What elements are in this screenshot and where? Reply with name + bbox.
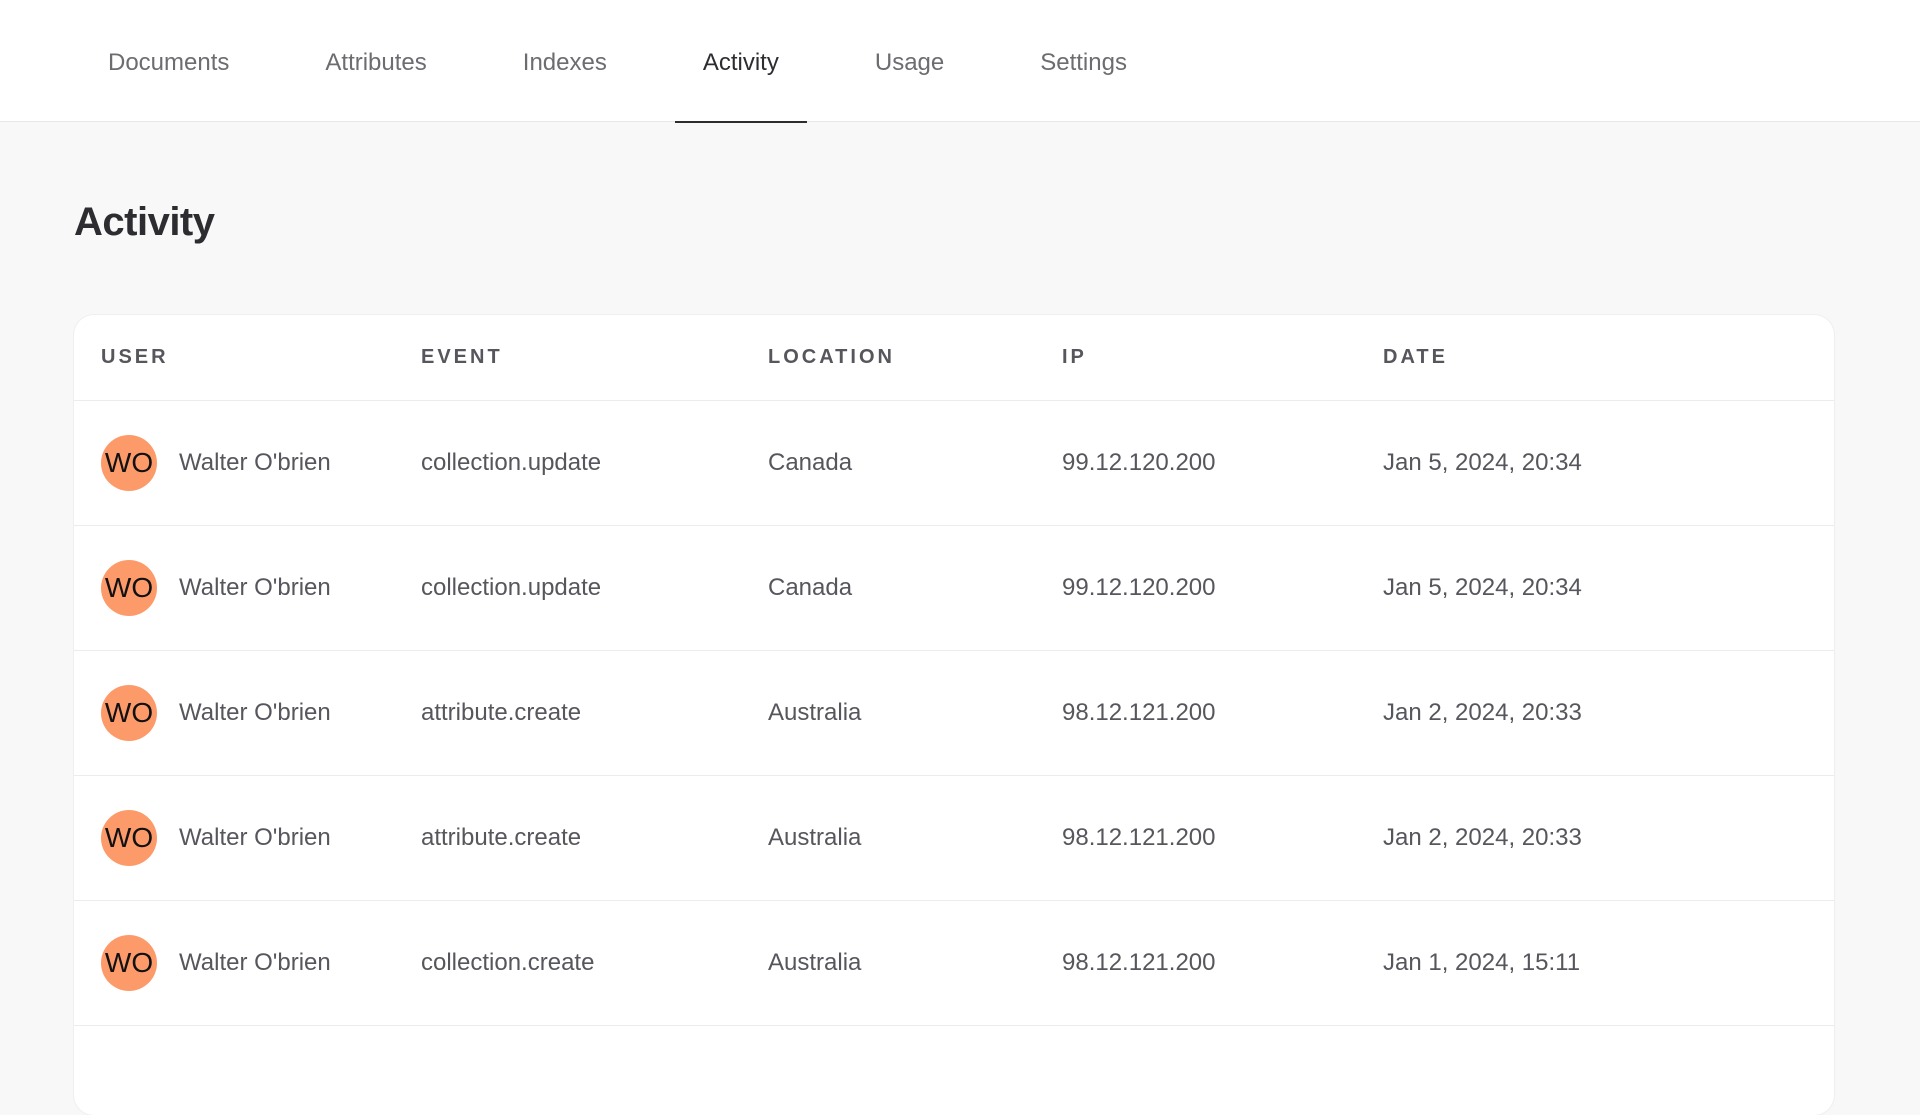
event-cell: collection.update <box>421 574 602 601</box>
user-cell: WO Walter O'brien <box>74 560 421 616</box>
date-cell: Jan 2, 2024, 20:33 <box>1383 824 1582 851</box>
tab-activity[interactable]: Activity <box>674 0 807 123</box>
location-cell: Australia <box>768 699 862 726</box>
user-name: Walter O'brien <box>179 699 331 726</box>
avatar: WO <box>101 935 157 991</box>
location-cell: Canada <box>768 574 853 601</box>
column-header-location: LOCATION <box>768 346 895 368</box>
location-cell: Australia <box>768 824 862 851</box>
avatar: WO <box>101 560 157 616</box>
table-row[interactable]: WO Walter O'brien attribute.create Austr… <box>74 776 1834 901</box>
column-header-date: DATE <box>1383 346 1448 368</box>
event-cell: collection.create <box>421 949 595 976</box>
avatar: WO <box>101 810 157 866</box>
tab-settings[interactable]: Settings <box>1012 0 1155 122</box>
column-header-user: USER <box>101 346 169 368</box>
avatar: WO <box>101 435 157 491</box>
location-cell: Canada <box>768 449 853 476</box>
user-name: Walter O'brien <box>179 449 331 476</box>
table-row[interactable]: WO Walter O'brien collection.create Aust… <box>74 901 1834 1026</box>
tab-documents[interactable]: Documents <box>80 0 257 122</box>
location-cell: Australia <box>768 949 862 976</box>
event-cell: attribute.create <box>421 824 582 851</box>
user-name: Walter O'brien <box>179 949 331 976</box>
date-cell: Jan 2, 2024, 20:33 <box>1383 699 1582 726</box>
avatar: WO <box>101 685 157 741</box>
event-cell: collection.update <box>421 449 602 476</box>
column-header-event: EVENT <box>421 346 503 368</box>
user-name: Walter O'brien <box>179 574 331 601</box>
ip-cell: 99.12.120.200 <box>1062 574 1216 601</box>
column-header-ip: IP <box>1062 346 1087 368</box>
table-row[interactable]: WO Walter O'brien collection.update Cana… <box>74 401 1834 526</box>
ip-cell: 99.12.120.200 <box>1062 449 1216 476</box>
user-cell: WO Walter O'brien <box>74 685 421 741</box>
date-cell: Jan 5, 2024, 20:34 <box>1383 449 1582 476</box>
tab-usage[interactable]: Usage <box>847 0 972 122</box>
top-navigation-bar: Documents Attributes Indexes Activity Us… <box>0 0 1920 123</box>
date-cell: Jan 1, 2024, 15:11 <box>1383 949 1581 976</box>
ip-cell: 98.12.121.200 <box>1062 699 1216 726</box>
user-name: Walter O'brien <box>179 824 331 851</box>
table-row[interactable]: WO Walter O'brien attribute.create Austr… <box>74 651 1834 776</box>
ip-cell: 98.12.121.200 <box>1062 949 1216 976</box>
user-cell: WO Walter O'brien <box>74 810 421 866</box>
user-cell: WO Walter O'brien <box>74 435 421 491</box>
event-cell: attribute.create <box>421 699 582 726</box>
date-cell: Jan 5, 2024, 20:34 <box>1383 574 1582 601</box>
page-title: Activity <box>74 200 215 244</box>
ip-cell: 98.12.121.200 <box>1062 824 1216 851</box>
tab-attributes[interactable]: Attributes <box>297 0 454 122</box>
activity-table: USER EVENT LOCATION IP DATE WO Walter O'… <box>74 315 1834 1115</box>
table-row[interactable]: WO Walter O'brien collection.update Cana… <box>74 526 1834 651</box>
tab-list: Documents Attributes Indexes Activity Us… <box>80 0 1195 123</box>
table-header: USER EVENT LOCATION IP DATE <box>74 315 1834 401</box>
user-cell: WO Walter O'brien <box>74 935 421 991</box>
tab-indexes[interactable]: Indexes <box>495 0 635 122</box>
